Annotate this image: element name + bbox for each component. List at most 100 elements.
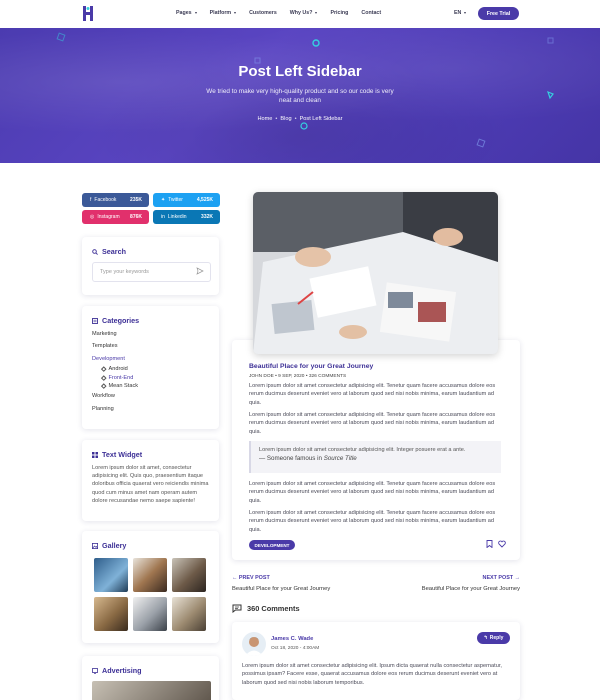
linkedin-button[interactable]: in Linkedin 332K [153,210,220,224]
page-title: Post Left Sidebar [238,63,362,80]
subcategory-label: Front-End [108,374,134,381]
chevron-down-icon [194,12,197,14]
breadcrumb-current: Post Left Sidebar [299,116,343,122]
advertising-widget-title: Advertising [92,666,142,675]
post-comment-count[interactable]: 326 COMMENTS [309,374,346,379]
linkedin-icon: in [161,214,165,220]
category-item-planning[interactable]: Planning [92,406,138,418]
instagram-button[interactable]: ◎ Instagram 876K [82,210,149,224]
gallery-thumb[interactable] [94,597,128,631]
menu-item-customers[interactable]: Customers [249,10,277,16]
social-count: 332K [201,214,213,220]
next-post-link[interactable]: NEXT POST → [483,575,520,581]
menu-label: Pricing [330,10,349,16]
comment-card [232,622,520,700]
quote-text: Lorem ipsum dolor sit amet consectetur a… [259,447,466,453]
language-selector[interactable]: EN [454,10,467,16]
facebook-button[interactable]: f Facebook 235K [82,193,149,207]
search-input[interactable]: Type your keywords [92,262,211,282]
comments-heading: 360 Comments [232,604,300,613]
gallery-widget: Gallery [82,531,219,643]
menu-label: Customers [249,10,277,16]
twitter-button[interactable]: ✦ Twitter 4,525K [153,193,220,207]
breadcrumb-home[interactable]: Home [258,116,273,122]
social-count: 4,525K [196,197,213,203]
gallery-thumb[interactable] [133,597,167,631]
advertising-title-text: Advertising [102,666,142,675]
diamond-bullet-icon [101,366,107,372]
top-navbar: Pages Platform Customers Why Us? Pricing… [0,0,600,28]
post-featured-image [253,192,498,354]
menu-item-pages[interactable]: Pages [176,10,197,16]
menu-item-why-us[interactable]: Why Us? [290,10,318,16]
quote-source: Source Title [323,455,357,462]
breadcrumb-blog[interactable]: Blog [280,116,291,122]
post-tag[interactable]: DEVELOPMENT [249,540,295,550]
post-meta: JOHN DOE • 9 SEP, 2020 • 326 COMMENTS [249,374,346,379]
categories-title-text: Categories [102,316,140,325]
reply-button[interactable]: ↰ Reply [477,632,510,644]
free-trial-button[interactable]: Free Trial [478,7,519,20]
menu-item-pricing[interactable]: Pricing [330,10,348,16]
text-widget-title: Text Widget [92,450,142,459]
grid-icon [92,451,98,458]
post-actions [486,540,506,548]
monitor-icon [92,667,98,674]
menu-item-contact[interactable]: Contact [361,10,381,16]
heart-icon[interactable] [498,540,506,548]
category-item-marketing[interactable]: Marketing [92,331,138,343]
post-paragraph: Lorem ipsum dolor sit amet consectetur a… [249,481,496,504]
post-title[interactable]: Beautiful Place for your Great Journey [249,363,373,370]
comment-author[interactable]: James C. Wade [271,636,313,642]
brand-logo-icon[interactable] [81,5,95,22]
main-menu: Pages Platform Customers Why Us? Pricing… [176,10,381,16]
subcategory-android[interactable]: Android [101,365,138,374]
menu-label: Platform [209,10,232,16]
image-icon [92,542,98,549]
post-paragraph: Lorem ipsum dolor sit amet consectetur a… [249,412,496,435]
instagram-icon: ◎ [90,214,95,220]
prev-post-title[interactable]: Beautiful Place for your Great Journey [232,586,330,592]
gallery-thumb[interactable] [172,597,206,631]
subcategory-front-end[interactable]: Front-End [101,373,138,382]
arrow-left-icon: ← [232,575,238,581]
subcategory-mean-stack[interactable]: Mean Stack [101,382,138,391]
next-post-title[interactable]: Beautiful Place for your Great Journey [422,586,520,592]
page-subtitle: We tried to make very high-quality produ… [206,88,394,104]
search-widget-title: Search [92,247,126,256]
post-author[interactable]: JOHN DOE [249,374,274,379]
social-name: Instagram [97,214,120,220]
post-paragraph: Lorem ipsum dolor sit amet consectetur a… [249,510,496,533]
category-item-templates[interactable]: Templates [92,343,138,355]
arrow-right-icon: → [514,575,520,581]
prev-post-link[interactable]: ← PREV POST [232,575,270,581]
advertising-banner[interactable] [92,681,211,700]
breadcrumb: Home • Blog • Post Left Sidebar [0,116,600,122]
comment-icon [232,604,242,613]
chevron-down-icon [315,12,318,14]
social-name: Twitter [168,197,183,203]
quote-author: — Someone famous in [259,455,322,462]
category-item-development[interactable]: Development [92,356,138,365]
advertising-widget: Advertising [82,656,219,700]
search-widget: Search Type your keywords [82,237,219,295]
post-date: 9 SEP, 2020 [278,374,305,379]
gallery-thumb[interactable] [172,558,206,592]
search-title-text: Search [102,247,126,256]
text-widget-title-text: Text Widget [102,450,143,459]
social-count: 235K [130,197,142,203]
comment-text: Lorem ipsum dolor sit amet consectetur a… [242,663,502,686]
category-item-workflow[interactable]: Workflow [92,393,138,405]
user-avatar-photo [242,632,266,656]
chevron-down-icon [234,12,237,14]
menu-item-platform[interactable]: Platform [210,10,237,16]
send-icon[interactable] [196,267,204,275]
menu-label: Why Us? [289,10,313,16]
breadcrumb-separator: • [294,116,297,122]
gallery-thumb[interactable] [133,558,167,592]
category-list: Marketing Templates Development Android … [92,331,138,418]
reply-icon: ↰ [483,635,488,641]
bookmark-icon[interactable] [486,540,493,548]
next-post-label: NEXT POST [482,575,514,581]
gallery-thumb[interactable] [94,558,128,592]
